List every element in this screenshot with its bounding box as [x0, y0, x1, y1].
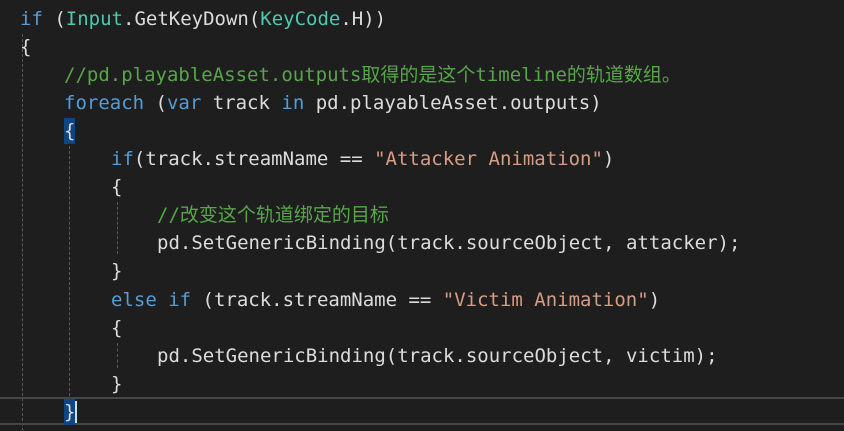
- type-input: Input: [65, 8, 123, 30]
- open-brace: {: [64, 120, 76, 142]
- keyword-else: else: [111, 289, 157, 311]
- text-caret: [75, 401, 77, 423]
- close-brace: }: [64, 401, 76, 423]
- string-literal: "Attacker Animation": [374, 148, 603, 170]
- comment: //改变这个轨道绑定的目标: [157, 204, 389, 226]
- code-line-7[interactable]: {: [111, 173, 122, 201]
- code-editor[interactable]: if (Input.GetKeyDown(KeyCode.H)) { //pd.…: [0, 0, 844, 431]
- code-line-12[interactable]: {: [111, 314, 122, 342]
- keyword-var: var: [166, 92, 202, 114]
- open-brace: {: [111, 317, 123, 339]
- string-literal: "Victim Animation": [442, 289, 649, 311]
- open-brace: {: [20, 36, 32, 58]
- code-line-8[interactable]: //改变这个轨道绑定的目标: [157, 201, 389, 229]
- keyword-if: if: [168, 289, 192, 311]
- close-brace: }: [111, 373, 123, 395]
- code-line-2[interactable]: {: [20, 33, 31, 61]
- code-line-14[interactable]: }: [111, 370, 122, 398]
- code-line-13[interactable]: pd.SetGenericBinding(track.sourceObject,…: [157, 342, 718, 370]
- indent-guide-if-block: [117, 202, 118, 254]
- open-brace: {: [111, 176, 123, 198]
- close-brace: }: [111, 260, 123, 282]
- code-line-1[interactable]: if (Input.GetKeyDown(KeyCode.H)): [20, 5, 386, 33]
- indent-guide-outer: [22, 34, 23, 431]
- code-line-4[interactable]: foreach (var track in pd.playableAsset.o…: [64, 89, 602, 117]
- code-line-9[interactable]: pd.SetGenericBinding(track.sourceObject,…: [157, 229, 740, 257]
- code-line-15[interactable]: }: [64, 398, 75, 426]
- indent-guide-foreach: [69, 146, 70, 396]
- type-keycode: KeyCode: [260, 8, 341, 30]
- keyword-in: in: [281, 92, 305, 114]
- code-line-5[interactable]: {: [64, 117, 75, 145]
- code-line-3[interactable]: //pd.playableAsset.outputs取得的是这个timeline…: [64, 61, 681, 89]
- code-line-6[interactable]: if(track.streamName == "Attacker Animati…: [111, 145, 614, 173]
- current-line-highlight: [0, 397, 844, 425]
- statement: pd.SetGenericBinding(track.sourceObject,…: [157, 345, 718, 367]
- keyword-if: if: [111, 148, 134, 170]
- code-line-10[interactable]: }: [111, 257, 122, 285]
- keyword-if: if: [20, 8, 43, 30]
- statement: pd.SetGenericBinding(track.sourceObject,…: [157, 232, 741, 254]
- keyword-foreach: foreach: [64, 92, 145, 114]
- method-getkeydown: GetKeyDown(: [134, 8, 261, 30]
- comment: //pd.playableAsset.outputs取得的是这个timeline…: [64, 64, 681, 86]
- code-line-11[interactable]: else if (track.streamName == "Victim Ani…: [111, 286, 660, 314]
- indent-guide-else-block: [117, 343, 118, 368]
